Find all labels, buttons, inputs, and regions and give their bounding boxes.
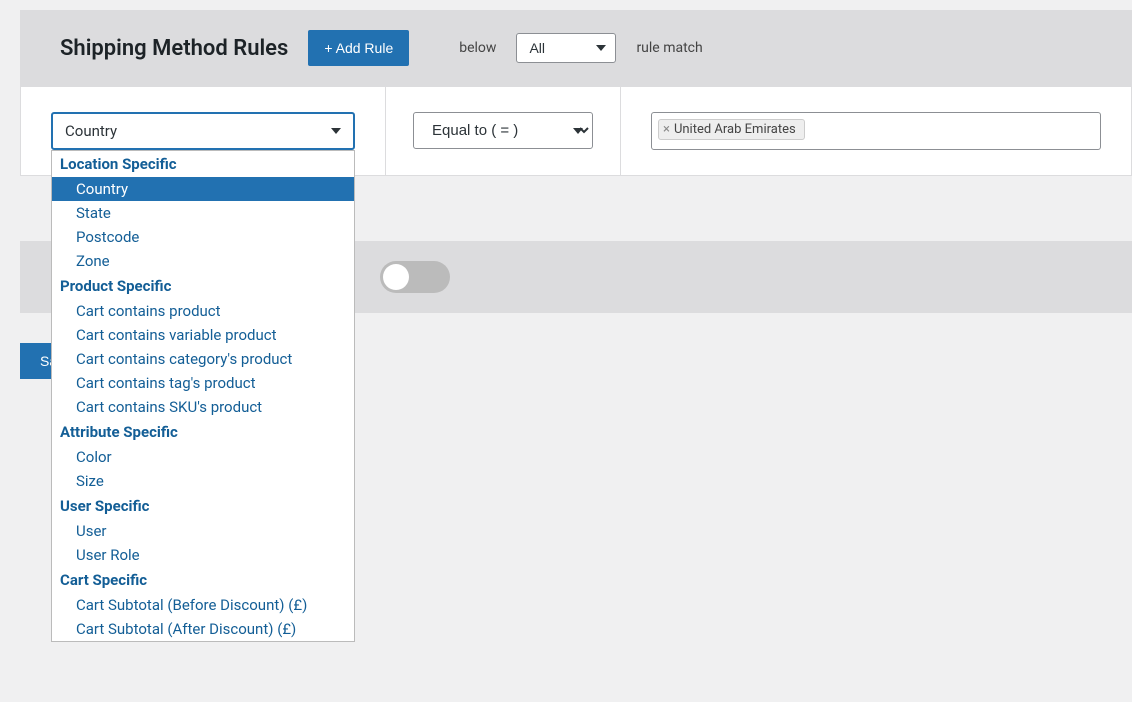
value-tag-input[interactable]: × United Arab Emirates [651, 112, 1101, 150]
header-bar: Shipping Method Rules + Add Rule below A… [20, 10, 1132, 86]
operator-cell: Equal to ( = ) [386, 87, 621, 175]
dropdown-option[interactable]: Cart contains tag's product [52, 371, 354, 395]
field-select-wrap: Country Location SpecificCountryStatePos… [51, 112, 355, 150]
dropdown-option[interactable]: Cart Subtotal (Before Discount) (£) [52, 593, 354, 617]
dropdown-group-label: User Specific [52, 493, 354, 519]
dropdown-group-label: Product Specific [52, 273, 354, 299]
dropdown-group-label: Cart Specific [52, 567, 354, 593]
dropdown-option[interactable]: Cart contains category's product [52, 347, 354, 371]
tag-label: United Arab Emirates [674, 122, 796, 137]
page-title: Shipping Method Rules [60, 36, 288, 61]
field-select-value: Country [65, 122, 117, 140]
dropdown-option[interactable]: Size [52, 469, 354, 493]
field-dropdown[interactable]: Location SpecificCountryStatePostcodeZon… [51, 150, 355, 642]
tag-remove-icon[interactable]: × [663, 122, 670, 137]
add-rule-button[interactable]: + Add Rule [308, 30, 409, 66]
dropdown-group-label: Location Specific [52, 151, 354, 177]
dropdown-option[interactable]: Cart contains product [52, 299, 354, 323]
match-select-wrap: All [516, 33, 616, 63]
below-label: below [459, 40, 496, 56]
dropdown-option[interactable]: User Role [52, 543, 354, 567]
operator-select-wrap: Equal to ( = ) [413, 112, 593, 149]
rule-match-label: rule match [636, 40, 702, 56]
dropdown-option[interactable]: User [52, 519, 354, 543]
operator-select[interactable]: Equal to ( = ) [413, 112, 593, 149]
dropdown-option[interactable]: Cart contains SKU's product [52, 395, 354, 419]
field-cell: Country Location SpecificCountryStatePos… [21, 87, 386, 175]
dropdown-option[interactable]: Color [52, 445, 354, 469]
dropdown-option[interactable]: Cart contains variable product [52, 323, 354, 347]
match-select[interactable]: All [516, 33, 616, 63]
rules-row: Country Location SpecificCountryStatePos… [20, 86, 1132, 176]
toggle-knob [383, 264, 409, 290]
dropdown-option[interactable]: Cart Subtotal (After Discount) (£) [52, 617, 354, 641]
dropdown-option[interactable]: Postcode [52, 225, 354, 249]
dropdown-group-label: Attribute Specific [52, 419, 354, 445]
dropdown-option[interactable]: Zone [52, 249, 354, 273]
dropdown-option[interactable]: State [52, 201, 354, 225]
selected-tag: × United Arab Emirates [658, 119, 805, 140]
chevron-down-icon [331, 128, 341, 134]
field-select[interactable]: Country [51, 112, 355, 150]
toggle-switch[interactable] [380, 261, 450, 293]
dropdown-option[interactable]: Country [52, 177, 354, 201]
value-cell: × United Arab Emirates [621, 87, 1131, 175]
